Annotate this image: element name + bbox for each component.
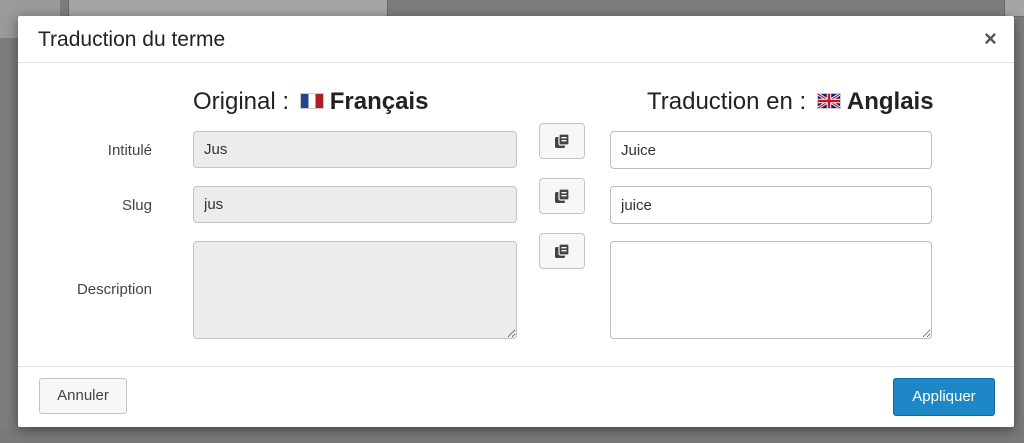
translation-modal: Traduction du terme × Original : Françai… [18, 16, 1014, 427]
original-name-field[interactable] [193, 131, 517, 168]
background-footer [0, 428, 1024, 443]
close-icon[interactable]: × [984, 26, 997, 52]
copy-slug-button[interactable] [539, 178, 585, 214]
copy-name-button[interactable] [539, 123, 585, 159]
original-prefix: Original : [193, 88, 290, 115]
original-slug-field[interactable] [193, 186, 517, 223]
copy-icon [555, 133, 570, 148]
apply-button[interactable]: Appliquer [893, 378, 995, 416]
original-description-field[interactable] [193, 241, 517, 339]
translation-prefix: Traduction en : [647, 88, 807, 115]
translation-slug-field[interactable] [610, 186, 932, 224]
france-flag-icon [299, 92, 324, 109]
description-label: Description [76, 281, 152, 298]
translation-column-header: Traduction en : Anglais [647, 88, 934, 116]
translation-description-field[interactable] [610, 241, 932, 339]
original-column-header: Original : Français [193, 88, 428, 116]
name-label: Intitulé [107, 142, 152, 159]
translation-language: Anglais [846, 88, 934, 115]
copy-description-button[interactable] [539, 233, 585, 269]
copy-icon [555, 243, 570, 258]
background-button [1004, 0, 1024, 17]
uk-flag-icon [816, 92, 841, 109]
modal-footer: Annuler Appliquer [18, 366, 1014, 428]
original-language: Français [329, 88, 429, 115]
slug-label: Slug [121, 197, 152, 214]
translation-name-field[interactable] [610, 131, 932, 169]
modal-header: Traduction du terme × [18, 16, 1014, 63]
modal-title: Traduction du terme [38, 28, 226, 51]
background-button [68, 0, 388, 17]
copy-icon [555, 188, 570, 203]
cancel-button[interactable]: Annuler [39, 378, 127, 414]
